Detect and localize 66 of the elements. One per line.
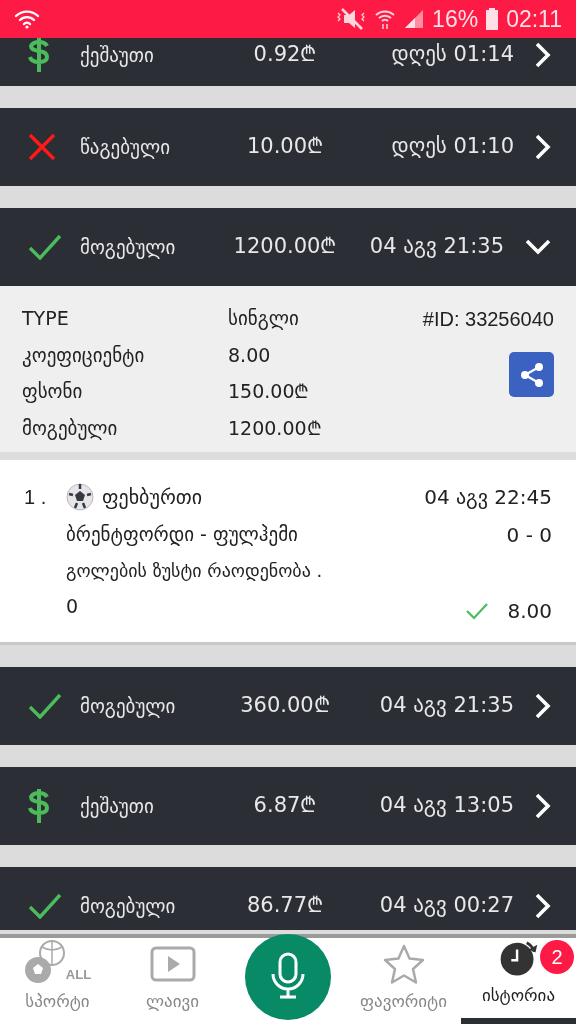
bet-status: მოგებული <box>80 234 177 261</box>
bet-amount: 86.77₾ <box>245 892 325 920</box>
bet-row[interactable]: მოგებული 86.77₾ 04 აგვ 00:27 <box>0 867 576 930</box>
battery-percent: 16% <box>432 4 479 34</box>
bet-amount: 1200.00₾ <box>232 233 338 261</box>
bet-time: დღეს 01:14 <box>390 41 515 69</box>
bet-status: მოგებული <box>80 693 177 720</box>
odds-value: 8.00 <box>507 598 552 625</box>
event-date: 04 აგვ 22:45 <box>424 484 552 511</box>
bet-amount: 0.92₾ <box>252 41 318 69</box>
detail-label: ფსონი <box>22 379 84 405</box>
detail-value: 8.00 <box>228 342 272 368</box>
detail-value: სინგლი <box>228 306 300 332</box>
event-score: 0 - 0 <box>506 522 552 549</box>
bet-amount: 6.87₾ <box>252 792 318 820</box>
share-icon <box>518 361 545 388</box>
nav-tab[interactable]: ლაივი <box>115 938 230 1024</box>
bet-status: მოგებული <box>80 893 177 920</box>
bet-time: 04 აგვ 00:27 <box>378 892 515 920</box>
dollar-icon <box>28 38 50 72</box>
wifi-icon <box>14 9 40 29</box>
bet-row[interactable]: მოგებული 1200.00₾ 04 აგვ 21:35 <box>0 208 576 286</box>
bet-row[interactable]: მოგებული 360.00₾ 04 აგვ 21:35 <box>0 667 576 745</box>
cross-icon <box>28 133 56 161</box>
nav-tab[interactable]: ისტორია 2 <box>461 938 576 1024</box>
sports-balls-icon <box>23 938 66 985</box>
bet-amount: 360.00₾ <box>239 692 331 720</box>
detail-label: TYPE <box>22 306 70 331</box>
bet-status: წაგებული <box>80 134 171 161</box>
dollar-icon <box>28 789 50 823</box>
detail-label: კოეფიციენტი <box>22 342 146 369</box>
bet-time: დღეს 01:10 <box>390 133 515 161</box>
bet-time: 04 აგვ 21:35 <box>378 692 515 720</box>
signal-icon <box>404 9 425 29</box>
sport-name: ფეხბურთი <box>102 484 203 511</box>
bet-time: 04 აგვ 13:05 <box>378 792 515 820</box>
selection-number: 1 . <box>24 485 48 510</box>
icon-caption: ALL <box>65 967 92 981</box>
vibrate-mute-icon <box>336 7 367 31</box>
clock-time: 02:11 <box>506 4 562 34</box>
star-icon <box>381 942 426 985</box>
detail-value: 1200.00₾ <box>228 415 323 441</box>
bet-row[interactable]: ქეშაუთი 0.92₾ დღეს 01:14 <box>0 38 576 86</box>
notification-badge: 2 <box>540 940 574 974</box>
check-icon <box>28 693 62 719</box>
detail-value: 150.00₾ <box>228 379 311 404</box>
bet-time: 04 აგვ 21:35 <box>368 233 505 261</box>
pick-value: 0 <box>66 593 80 619</box>
nav-tab[interactable]: ALL სპორტი <box>0 938 115 1024</box>
detail-label: მოგებული <box>22 415 119 442</box>
nav-tab[interactable]: ფავორიტი <box>346 938 461 1024</box>
bet-row[interactable]: წაგებული 10.00₾ დღეს 01:10 <box>0 108 576 186</box>
check-icon <box>28 893 62 919</box>
battery-icon <box>486 8 499 30</box>
bet-id: #ID: 33256040 <box>422 307 554 332</box>
match-name: ბრენტფორდი - ფულჰემი <box>66 522 299 548</box>
soccer-ball-icon <box>66 483 94 511</box>
wifi-icon <box>374 8 397 30</box>
bet-amount: 10.00₾ <box>245 133 325 161</box>
market-name: გოლების ზუსტი რაოდენობა . <box>66 558 324 583</box>
check-icon <box>28 234 62 260</box>
bet-status: ქეშაუთი <box>80 42 155 69</box>
share-button[interactable] <box>509 352 554 397</box>
bet-status: ქეშაუთი <box>80 793 155 820</box>
play-icon <box>148 944 197 985</box>
bet-row[interactable]: ქეშაუთი 6.87₾ 04 აგვ 13:05 <box>0 767 576 845</box>
